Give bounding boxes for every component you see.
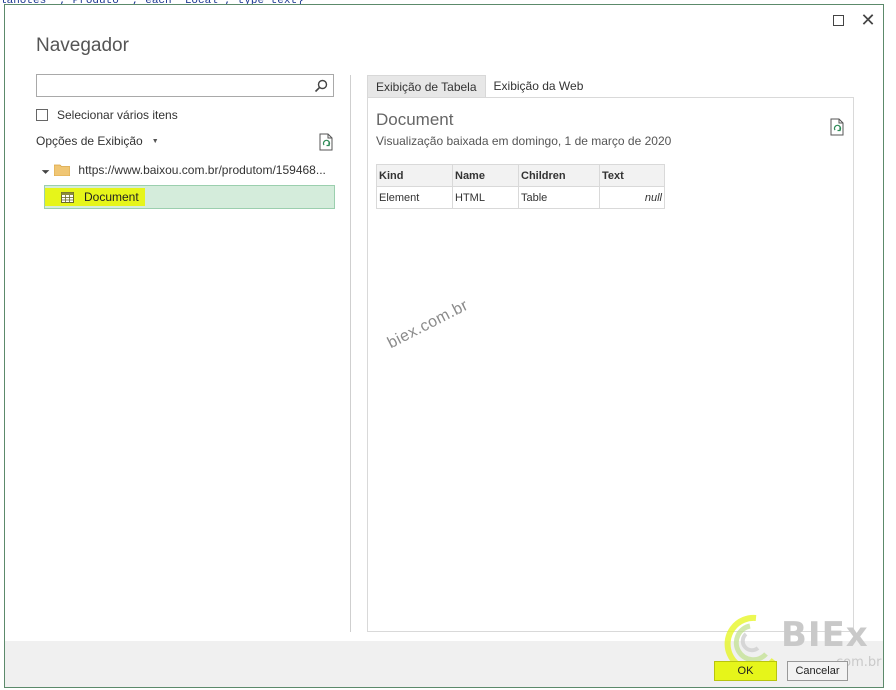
- multi-select-label: Selecionar vários itens: [57, 108, 178, 122]
- preview-title: Document: [376, 110, 454, 129]
- table-icon: [61, 191, 74, 203]
- tree-item-source-label: https://www.baixou.com.br/produtom/15946…: [78, 163, 326, 177]
- cancel-button[interactable]: Cancelar: [787, 661, 848, 681]
- folder-icon: [54, 164, 71, 176]
- maximize-icon: [832, 14, 844, 26]
- tree-item-source[interactable]: ◢ https://www.baixou.com.br/produtom/159…: [41, 163, 326, 177]
- tab-table-view[interactable]: Exibição de Tabela: [367, 75, 486, 98]
- chevron-down-icon: ▼: [151, 137, 159, 145]
- view-options-dropdown[interactable]: Opções de Exibição ▼: [36, 134, 159, 148]
- table-header-row: Kind Name Children Text: [376, 164, 665, 187]
- refresh-icon[interactable]: [829, 118, 845, 136]
- tree-item-highlight: Document: [45, 188, 145, 206]
- refresh-icon[interactable]: [318, 133, 334, 151]
- dialog-title: Navegador: [36, 35, 129, 56]
- table-cell: HTML: [452, 186, 519, 209]
- biex-logo-text: BIEx: [781, 615, 869, 655]
- panel-divider[interactable]: [350, 75, 351, 632]
- navigator-dialog: ✕ Navegador Selecionar vários itens Opçõ…: [4, 4, 884, 688]
- preview-table: Kind Name Children Text Element HTML Tab…: [376, 164, 665, 209]
- close-button[interactable]: ✕: [857, 9, 879, 31]
- tree-item-document-label: Document: [84, 190, 139, 204]
- table-cell: null: [599, 186, 665, 209]
- table-cell: Element: [376, 186, 453, 209]
- tab-web-view[interactable]: Exibição da Web: [486, 75, 592, 97]
- expand-arrow-icon[interactable]: ◢: [41, 165, 50, 175]
- search-input[interactable]: [37, 75, 315, 95]
- search-icon[interactable]: [314, 79, 328, 93]
- column-header-children[interactable]: Children: [518, 164, 600, 187]
- tree-item-document[interactable]: Document: [44, 185, 335, 209]
- search-box[interactable]: [36, 74, 334, 97]
- table-cell: Table: [518, 186, 600, 209]
- preview-pane: Document Visualização baixada em domingo…: [367, 97, 854, 632]
- column-header-text[interactable]: Text: [599, 164, 665, 187]
- maximize-button[interactable]: [827, 9, 849, 31]
- multi-select-option[interactable]: Selecionar vários itens: [36, 108, 178, 122]
- ok-button[interactable]: OK: [714, 661, 777, 681]
- column-header-name[interactable]: Name: [452, 164, 519, 187]
- column-header-kind[interactable]: Kind: [376, 164, 453, 187]
- table-row: Element HTML Table null: [376, 186, 665, 209]
- preview-subtitle: Visualização baixada em domingo, 1 de ma…: [376, 134, 672, 148]
- preview-tabs: Exibição de Tabela Exibição da Web: [367, 75, 591, 98]
- multi-select-checkbox[interactable]: [36, 109, 48, 121]
- view-options-label: Opções de Exibição: [36, 134, 143, 148]
